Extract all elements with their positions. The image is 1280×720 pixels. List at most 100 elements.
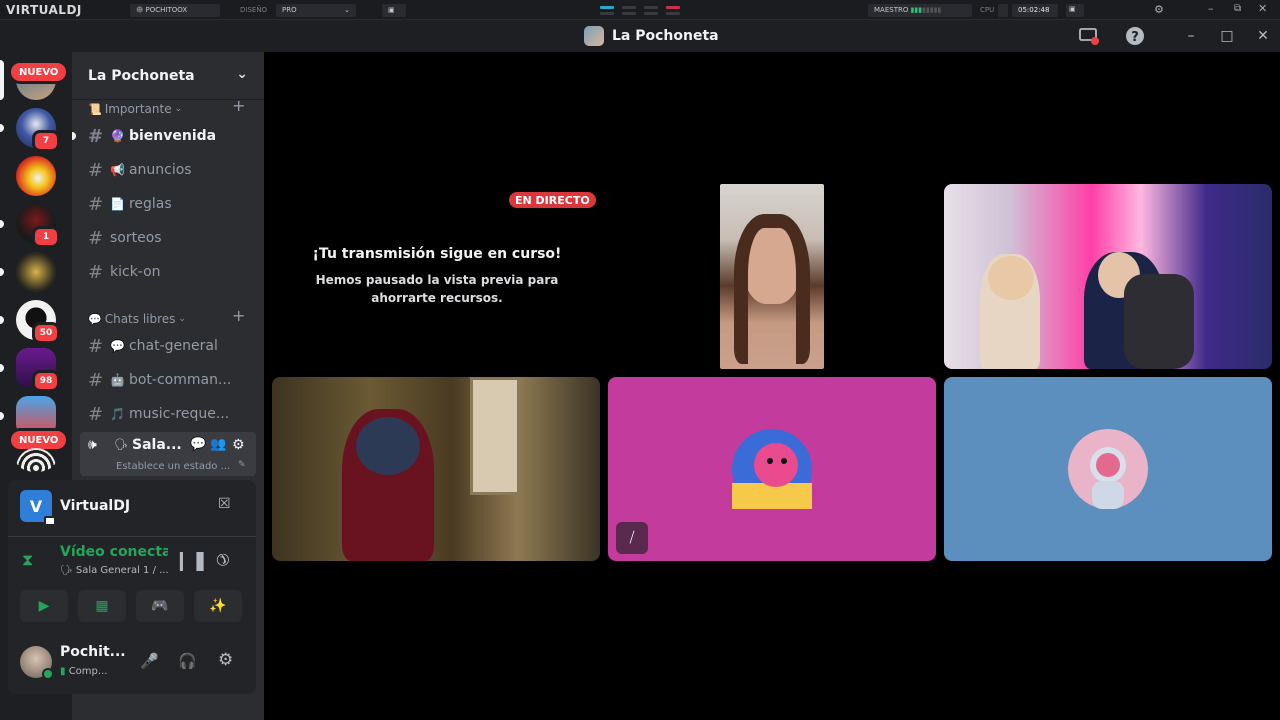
chevron-down-icon: ⌄ (344, 6, 350, 14)
video-tile-participant[interactable] (720, 184, 824, 369)
soundboard-icon: ✨ (209, 598, 227, 614)
category-chats-libres[interactable]: 💬 Chats libres ⌄ (88, 310, 186, 328)
server-icon[interactable]: 50 (0, 300, 60, 344)
activity-app-name: VirtualDJ (60, 498, 131, 514)
server-icon[interactable]: 98 (0, 348, 60, 392)
minimize-icon[interactable]: – (1180, 25, 1202, 47)
vdj-cpu-meter (998, 4, 1008, 17)
channel-music-requests[interactable]: # 🎵 music-reque... (80, 398, 256, 430)
vdj-record-icon[interactable]: ▣ (1066, 4, 1084, 17)
virtualdj-app-icon: V (20, 490, 56, 526)
vdj-cpu-label: CPU (980, 6, 995, 14)
stop-stream-icon[interactable]: ☒ (218, 496, 231, 512)
channel-anuncios[interactable]: # 📢 anuncios (80, 154, 256, 186)
game-icon: ▮ (60, 666, 66, 677)
vdj-pack-icon[interactable]: ▣ (382, 4, 406, 17)
activity-card: V VirtualDJ (20, 490, 131, 526)
hash-icon: # (88, 261, 104, 283)
hash-icon: # (88, 193, 104, 215)
maximize-icon[interactable]: □ (1216, 25, 1238, 47)
video-tile-participant[interactable] (944, 377, 1272, 561)
stream-paused-title: ¡Tu transmisión sigue en curso! (312, 246, 562, 262)
channel-kick-on[interactable]: # kick-on (80, 256, 256, 288)
signal-icon[interactable]: ⧗ (22, 550, 33, 570)
vdj-design-label: DISEÑO (240, 6, 268, 14)
gear-icon[interactable]: ⚙ (232, 437, 245, 453)
close-icon[interactable]: ✕ (1252, 25, 1274, 47)
user-status[interactable]: ▮ Comp... (60, 666, 107, 677)
add-channel-icon[interactable]: + (232, 96, 245, 115)
guild-header[interactable]: La Pochoneta ⌄ (72, 52, 264, 100)
new-server-badge: NUEVO (8, 60, 70, 84)
mention-badge: 50 (32, 322, 60, 344)
connection-status[interactable]: Vídeo conectad (60, 544, 168, 560)
participant-avatar (732, 429, 812, 509)
disconnect-icon[interactable]: ✆ (211, 548, 234, 571)
channel-reglas[interactable]: # 📄 reglas (80, 188, 256, 220)
channel-sorteos[interactable]: # sorteos (80, 222, 256, 254)
video-tile-participant[interactable]: ⧸ (608, 377, 936, 561)
vdj-design-select[interactable]: PRO ⌄ (276, 4, 356, 17)
camera-button[interactable]: ▶ (20, 590, 68, 622)
minimize-icon[interactable]: – (1208, 2, 1214, 15)
vdj-deck-indicators (600, 6, 680, 15)
server-icon[interactable]: 7 (0, 108, 60, 152)
connection-channel[interactable]: 🗣 Sala General 1 / ... (60, 565, 170, 576)
user-voice-panel: V VirtualDJ ☒ ⧗ Vídeo conectad 🗣 Sala Ge… (8, 480, 256, 694)
close-icon[interactable]: ✕ (1258, 2, 1267, 15)
channel-bot-commands[interactable]: # 🤖 bot-comman... (80, 364, 256, 396)
screen-share-icon: ▦ (95, 598, 109, 614)
add-channel-icon[interactable]: + (232, 306, 245, 325)
soundboard-button[interactable]: ✨ (194, 590, 242, 622)
server-icon[interactable] (16, 448, 56, 472)
hash-icon: # (88, 125, 104, 147)
voice-status-text[interactable]: Establece un estado ... (116, 461, 230, 472)
voice-channel-sala-general[interactable]: 🕪 🗣 Sala... 💬 👥 ⚙ Establece un estado ..… (80, 432, 256, 476)
virtualdj-top-bar: VIRTUALDJ ☻ POCHITOOX DISEÑO PRO ⌄ ▣ MAES… (0, 0, 1280, 20)
scroll-icon: 📜 (88, 102, 102, 116)
user-name[interactable]: Pochit... (60, 644, 126, 660)
gamepad-icon: 🎮 (151, 598, 169, 614)
noise-suppression-icon[interactable]: ▎▐▎ (180, 552, 213, 571)
channel-chat-general[interactable]: # 💬 chat-general (80, 330, 256, 362)
microphone-icon[interactable]: 🎤 (140, 652, 159, 670)
hash-icon: # (88, 227, 104, 249)
category-importante[interactable]: 📜 Importante ⌄ (88, 100, 182, 118)
hash-icon: # (88, 159, 104, 181)
guild-name: La Pochoneta (88, 67, 195, 84)
voice-channel-name: Sala... (132, 437, 182, 453)
vdj-clock: 05:02:48 (1012, 4, 1058, 17)
window-title: La Pochoneta (584, 26, 719, 46)
channel-bienvenida[interactable]: # 🔮 bienvenida (72, 120, 256, 152)
pencil-icon[interactable]: ✎ (238, 460, 246, 470)
chevron-down-icon[interactable]: ⌄ (236, 66, 248, 82)
chat-bubble-icon[interactable]: 💬 (190, 437, 206, 452)
restore-icon[interactable]: ⧉ (1234, 3, 1241, 14)
vdj-user-field[interactable]: ☻ POCHITOOX (130, 4, 220, 17)
server-icon[interactable] (0, 252, 56, 292)
video-tile-stream[interactable] (944, 184, 1272, 369)
invite-icon[interactable]: 👥 (210, 437, 226, 452)
headphones-icon[interactable]: 🎧 (178, 652, 197, 670)
screen-share-indicator-icon[interactable] (1078, 25, 1100, 47)
help-icon[interactable]: ? (1124, 25, 1146, 47)
voice-stage: EN DIRECTO ¡Tu transmisión sigue en curs… (264, 52, 1280, 720)
chevron-down-icon: ⌄ (174, 104, 183, 114)
server-avatar (584, 26, 604, 46)
server-icon[interactable]: 1 (0, 204, 60, 248)
mention-badge: 1 (32, 226, 60, 248)
gear-icon[interactable]: ⚙ (218, 650, 233, 670)
live-badge: EN DIRECTO (509, 192, 596, 208)
server-icon[interactable] (16, 156, 56, 196)
virtualdj-logo: VIRTUALDJ (6, 3, 82, 17)
hash-icon: # (88, 403, 104, 425)
activities-button[interactable]: 🎮 (136, 590, 184, 622)
mention-badge: 98 (32, 370, 60, 392)
screen-share-button[interactable]: ▦ (78, 590, 126, 622)
mention-badge: 7 (32, 130, 60, 152)
gear-icon[interactable]: ⚙ (1154, 3, 1164, 16)
microphone-muted-icon: ⧸ (616, 522, 648, 554)
video-tile-participant[interactable] (272, 377, 600, 561)
hash-icon: # (88, 335, 104, 357)
speech-bubble-icon: 💬 (88, 312, 102, 326)
